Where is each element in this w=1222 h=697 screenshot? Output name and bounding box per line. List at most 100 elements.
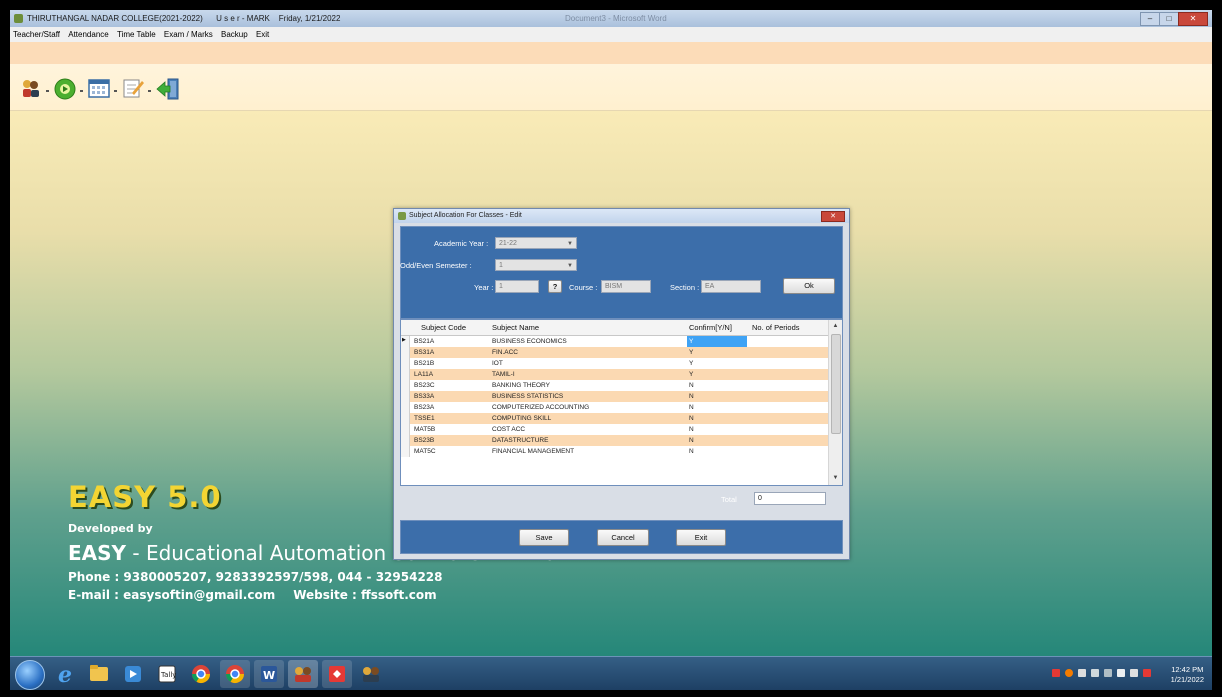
- minimize-button[interactable]: –: [1140, 12, 1160, 26]
- antivirus-tray-icon[interactable]: [1065, 669, 1073, 677]
- table-row[interactable]: MAT5C FINANCIAL MANAGEMENT N: [401, 446, 828, 457]
- menu-teacher-staff[interactable]: Teacher/Staff: [10, 27, 63, 39]
- confirm-value[interactable]: N: [689, 404, 694, 411]
- confirm-value[interactable]: N: [689, 393, 694, 400]
- menu-attendance[interactable]: Attendance: [65, 27, 111, 39]
- help-button[interactable]: ?: [548, 280, 562, 293]
- academic-year-select[interactable]: 21-22 ▼: [495, 237, 577, 249]
- volume-tray-icon[interactable]: [1117, 669, 1125, 677]
- confirm-value[interactable]: N: [689, 437, 694, 444]
- academic-year-label: Academic Year :: [434, 239, 489, 248]
- start-button[interactable]: [15, 660, 45, 690]
- brand-title: EASY 5.0: [68, 480, 222, 514]
- academic-year-value: 21-22: [499, 240, 517, 247]
- table-row[interactable]: BS33A BUSINESS STATISTICS N: [401, 391, 828, 402]
- anydesk-icon[interactable]: [322, 660, 352, 688]
- easy-app-2-icon[interactable]: [356, 660, 386, 688]
- office-tray-icon[interactable]: [1143, 669, 1151, 677]
- ok-button[interactable]: Ok: [783, 278, 835, 294]
- system-tray: 12:42 PM 1/21/2022: [1032, 660, 1212, 688]
- menu-exam-marks[interactable]: Exam / Marks: [161, 27, 216, 39]
- table-row[interactable]: BS23B DATASTRUCTURE N: [401, 435, 828, 446]
- subjects-grid[interactable]: Subject Code Subject Name Confirm[Y/N] N…: [400, 319, 843, 486]
- exit-icon[interactable]: [156, 78, 180, 105]
- confirm-value[interactable]: N: [689, 382, 694, 389]
- flag-tray-icon[interactable]: [1130, 669, 1138, 677]
- total-field[interactable]: 0: [754, 492, 826, 505]
- attendance-icon[interactable]: [54, 78, 76, 105]
- exit-button[interactable]: Exit: [676, 529, 726, 546]
- toolbar-dropdown-dot[interactable]: [80, 90, 83, 92]
- scroll-up-icon[interactable]: ▲: [829, 321, 842, 332]
- confirm-value[interactable]: Y: [689, 371, 693, 378]
- save-button[interactable]: Save: [519, 529, 569, 546]
- year-field[interactable]: 1: [495, 280, 539, 293]
- table-row[interactable]: MAT5B COST ACC N: [401, 424, 828, 435]
- confirm-value[interactable]: N: [689, 426, 694, 433]
- internet-explorer-icon[interactable]: e: [50, 660, 80, 688]
- subject-code: TSSE1: [414, 415, 435, 422]
- anydesk-tray-icon[interactable]: [1052, 669, 1060, 677]
- table-row[interactable]: TSSE1 COMPUTING SKILL N: [401, 413, 828, 424]
- toolbar-dropdown-dot[interactable]: [114, 90, 117, 92]
- confirm-value[interactable]: N: [689, 415, 694, 422]
- maximize-button[interactable]: □: [1159, 12, 1179, 26]
- table-row[interactable]: LA11A TAMIL-I Y: [401, 369, 828, 380]
- subject-code: BS21A: [414, 338, 435, 345]
- scroll-thumb[interactable]: [831, 334, 841, 434]
- easy-app-icon[interactable]: [288, 660, 318, 688]
- section-field[interactable]: EA: [701, 280, 761, 293]
- course-field[interactable]: BISM: [601, 280, 651, 293]
- menu-time-table[interactable]: Time Table: [114, 27, 159, 39]
- word-icon[interactable]: W: [254, 660, 284, 688]
- subject-code: LA11A: [414, 371, 434, 378]
- subject-name: COMPUTING SKILL: [492, 415, 552, 422]
- calendar-icon[interactable]: [88, 78, 110, 103]
- menu-backup[interactable]: Backup: [218, 27, 251, 39]
- file-explorer-icon[interactable]: [84, 660, 114, 688]
- confirm-value[interactable]: Y: [689, 360, 693, 367]
- display-tray-icon[interactable]: [1104, 669, 1112, 677]
- row-selector: [401, 369, 410, 380]
- table-row[interactable]: BS21A BUSINESS ECONOMICS Y: [401, 336, 828, 347]
- column-header-periods: No. of Periods: [752, 323, 800, 332]
- confirm-value[interactable]: Y: [689, 349, 693, 356]
- confirm-value[interactable]: Y: [689, 338, 693, 345]
- row-selector: [401, 347, 410, 358]
- email-text: E-mail : easysoftin@gmail.com: [68, 588, 276, 602]
- exam-icon[interactable]: [122, 78, 144, 103]
- dialog-close-button[interactable]: ✕: [821, 211, 845, 222]
- chrome-window-icon[interactable]: [220, 660, 250, 688]
- company-short-name: EASY: [68, 541, 127, 565]
- table-row[interactable]: BS23A COMPUTERIZED ACCOUNTING N: [401, 402, 828, 413]
- subject-name: COMPUTERIZED ACCOUNTING: [492, 404, 590, 411]
- close-button[interactable]: ✕: [1178, 12, 1208, 26]
- app-icon: [14, 14, 23, 23]
- table-row[interactable]: BS23C BANKING THEORY N: [401, 380, 828, 391]
- subject-code: BS21B: [414, 360, 435, 367]
- subject-code: MAT5C: [414, 448, 436, 455]
- window-title: THIRUTHANGAL NADAR COLLEGE(2021-2022) U …: [27, 14, 340, 23]
- selected-cell[interactable]: [687, 336, 747, 347]
- media-player-icon[interactable]: [118, 660, 148, 688]
- college-name: THIRUTHANGAL NADAR COLLEGE(2021-2022): [27, 14, 203, 23]
- confirm-value[interactable]: N: [689, 448, 694, 455]
- table-row[interactable]: BS21B IOT Y: [401, 358, 828, 369]
- toolbar-dropdown-dot[interactable]: [46, 90, 49, 92]
- grid-scrollbar[interactable]: ▲ ▼: [828, 320, 842, 485]
- semester-select[interactable]: 1 ▼: [495, 259, 577, 271]
- chrome-icon[interactable]: [186, 660, 216, 688]
- network-tray-icon[interactable]: [1091, 669, 1099, 677]
- staff-icon[interactable]: [21, 78, 41, 103]
- subject-code: BS23A: [414, 404, 435, 411]
- notification-tray-icon[interactable]: [1078, 669, 1086, 677]
- cancel-button[interactable]: Cancel: [597, 529, 649, 546]
- table-row[interactable]: BS31A FIN.ACC Y: [401, 347, 828, 358]
- clock[interactable]: 12:42 PM 1/21/2022: [1171, 665, 1204, 685]
- tally-icon[interactable]: Tally: [152, 660, 182, 688]
- scroll-down-icon[interactable]: ▼: [829, 473, 842, 484]
- toolbar-dropdown-dot[interactable]: [148, 90, 151, 92]
- menu-exit[interactable]: Exit: [253, 27, 272, 39]
- svg-text:Tally: Tally: [160, 671, 176, 679]
- developed-by-label: Developed by: [68, 522, 153, 535]
